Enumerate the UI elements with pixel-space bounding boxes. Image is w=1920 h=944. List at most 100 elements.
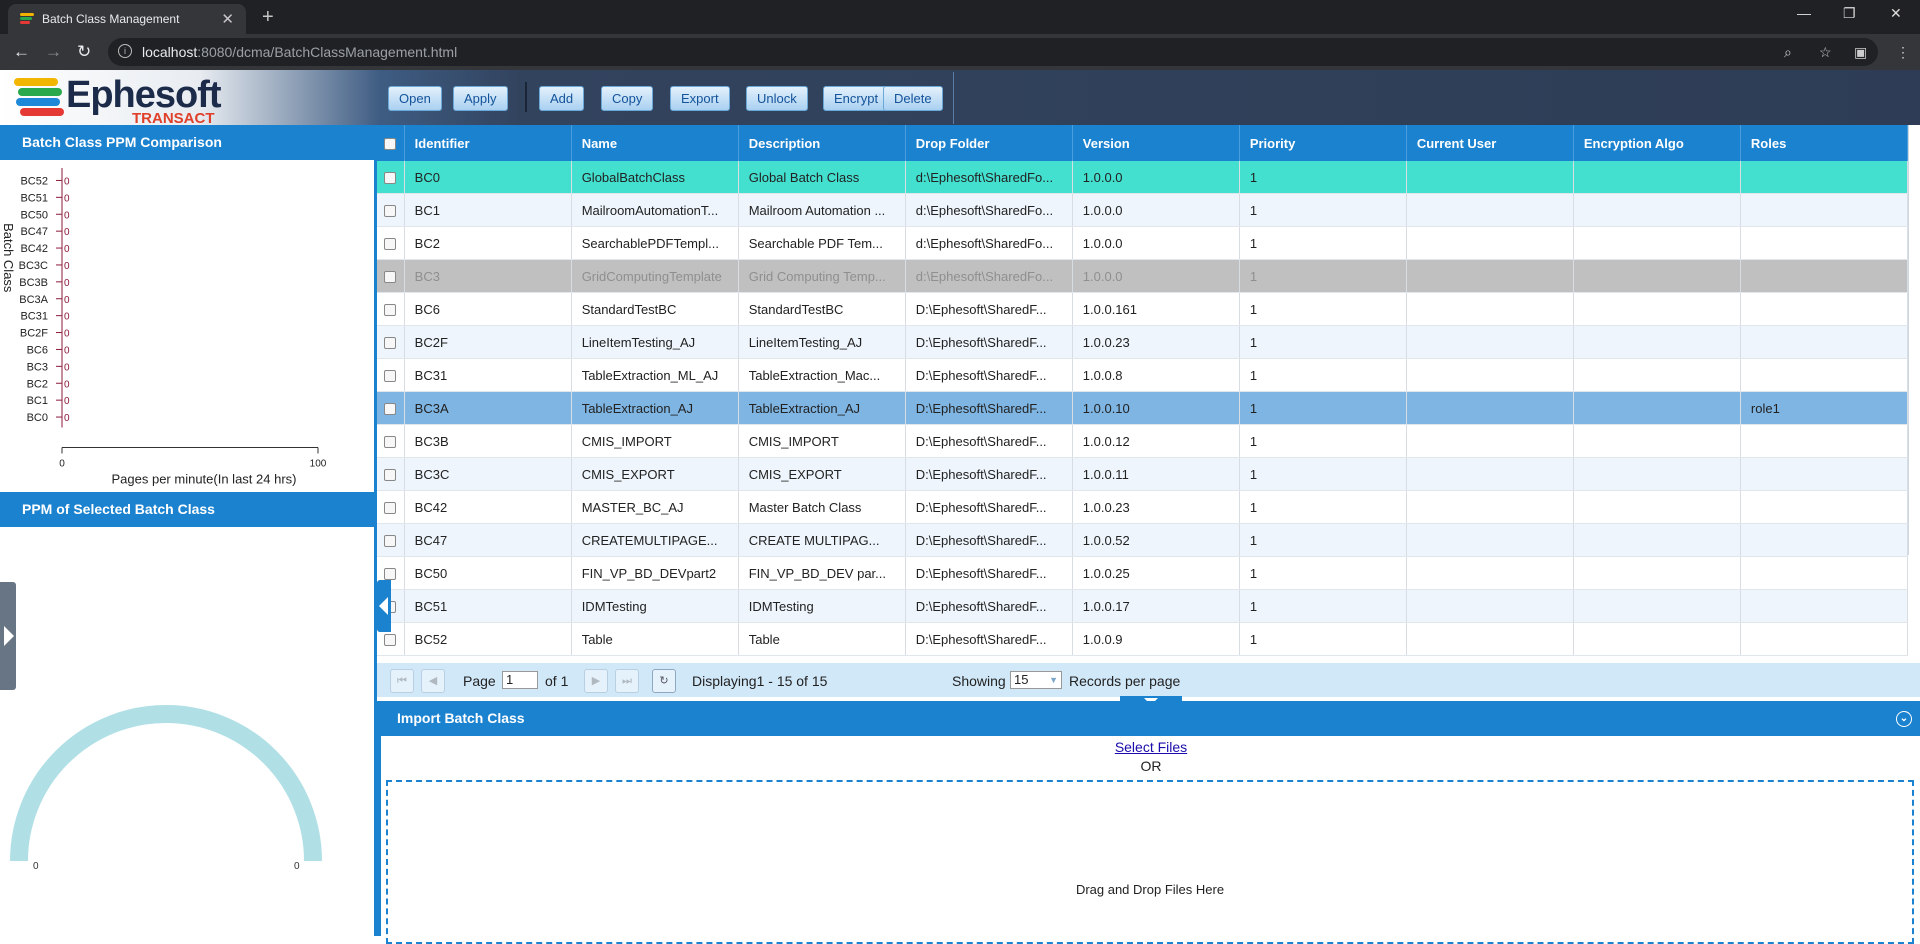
menu-kebab-icon[interactable]: ⋮	[1896, 44, 1910, 61]
extension-icon[interactable]: ▣	[1854, 44, 1867, 61]
cell-identifier[interactable]: BC31	[404, 358, 572, 392]
selected-ppm-header[interactable]: PPM of Selected Batch Class	[0, 492, 374, 527]
apply-button[interactable]: Apply	[453, 86, 508, 111]
cell-drop-folder[interactable]: D:\Ephesoft\SharedF...	[905, 556, 1073, 590]
column-header-drop-folder[interactable]: Drop Folder	[905, 125, 1073, 161]
cell-encryption-algo[interactable]	[1573, 424, 1741, 458]
table-row[interactable]: BC2 SearchablePDFTempl... Searchable PDF T…	[377, 226, 1909, 260]
cell-description[interactable]: Master Batch Class	[738, 490, 906, 524]
table-row[interactable]: BC31 TableExtraction_ML_AJ TableExtraction…	[377, 358, 1909, 392]
back-icon[interactable]: ←	[13, 42, 30, 62]
zoom-icon[interactable]: ⌕	[1784, 44, 1792, 61]
cell-drop-folder[interactable]: D:\Ephesoft\SharedF...	[905, 457, 1073, 491]
site-info-icon[interactable]: i	[118, 44, 132, 58]
restore-icon[interactable]: ❐	[1843, 5, 1856, 22]
cell-identifier[interactable]: BC50	[404, 556, 572, 590]
cell-current-user[interactable]	[1406, 259, 1574, 293]
cell-roles[interactable]	[1740, 589, 1909, 623]
cell-description[interactable]: LineItemTesting_AJ	[738, 325, 906, 359]
column-header-encryption-algo[interactable]: Encryption Algo	[1573, 125, 1741, 161]
cell-encryption-algo[interactable]	[1573, 523, 1741, 557]
column-header-roles[interactable]: Roles	[1740, 125, 1909, 161]
cell-name[interactable]: TableExtraction_ML_AJ	[571, 358, 739, 392]
browser-tab[interactable]: Batch Class Management ✕	[8, 4, 246, 34]
cell-description[interactable]: FIN_VP_BD_DEV par...	[738, 556, 906, 590]
unlock-button[interactable]: Unlock	[746, 86, 808, 111]
table-row[interactable]: BC6 StandardTestBC StandardTestBC D:\Epheso…	[377, 292, 1909, 326]
first-page-icon[interactable]: ⏮	[390, 669, 414, 693]
table-row[interactable]: BC42 MASTER_BC_AJ Master Batch Class D:\Eph…	[377, 490, 1909, 524]
cell-description[interactable]: TableExtraction_AJ	[738, 391, 906, 425]
row-checkbox[interactable]	[377, 457, 405, 491]
cell-current-user[interactable]	[1406, 358, 1574, 392]
minimize-icon[interactable]: —	[1797, 5, 1811, 21]
column-header-name[interactable]: Name	[571, 125, 739, 161]
cell-name[interactable]: FIN_VP_BD_DEVpart2	[571, 556, 739, 590]
cell-version[interactable]: 1.0.0.8	[1072, 358, 1240, 392]
cell-identifier[interactable]: BC3A	[404, 391, 572, 425]
cell-current-user[interactable]	[1406, 391, 1574, 425]
column-header-description[interactable]: Description	[738, 125, 906, 161]
table-row[interactable]: BC3 GridComputingTemplate Grid Computing T…	[377, 259, 1909, 293]
select-all-checkbox[interactable]	[377, 125, 405, 161]
row-checkbox[interactable]	[377, 292, 405, 326]
reload-icon[interactable]: ↻	[77, 42, 91, 62]
grid-scrollbar[interactable]	[1908, 125, 1920, 555]
cell-version[interactable]: 1.0.0.0	[1072, 226, 1240, 260]
row-checkbox[interactable]	[377, 424, 405, 458]
cell-name[interactable]: Table	[571, 622, 739, 656]
delete-button[interactable]: Delete	[883, 86, 943, 111]
cell-encryption-algo[interactable]	[1573, 556, 1741, 590]
cell-encryption-algo[interactable]	[1573, 490, 1741, 524]
cell-current-user[interactable]	[1406, 523, 1574, 557]
cell-description[interactable]: Mailroom Automation ...	[738, 193, 906, 227]
cell-name[interactable]: GlobalBatchClass	[571, 161, 739, 194]
table-row[interactable]: BC1 MailroomAutomationT... Mailroom Automa…	[377, 193, 1909, 227]
cell-roles[interactable]	[1740, 358, 1909, 392]
cell-drop-folder[interactable]: D:\Ephesoft\SharedF...	[905, 358, 1073, 392]
row-checkbox[interactable]	[377, 193, 405, 227]
cell-roles[interactable]	[1740, 161, 1909, 194]
table-row[interactable]: BC3B CMIS_IMPORT CMIS_IMPORT D:\Ephesoft\Sh…	[377, 424, 1909, 458]
cell-priority[interactable]: 1	[1239, 358, 1407, 392]
cell-drop-folder[interactable]: d:\Ephesoft\SharedFo...	[905, 193, 1073, 227]
cell-current-user[interactable]	[1406, 457, 1574, 491]
cell-encryption-algo[interactable]	[1573, 358, 1741, 392]
table-row[interactable]: BC3C CMIS_EXPORT CMIS_EXPORT D:\Ephesoft\Sh…	[377, 457, 1909, 491]
row-checkbox[interactable]	[377, 259, 405, 293]
cell-encryption-algo[interactable]	[1573, 391, 1741, 425]
cell-roles[interactable]	[1740, 259, 1909, 293]
close-tab-icon[interactable]: ✕	[221, 10, 234, 28]
column-header-version[interactable]: Version	[1072, 125, 1240, 161]
cell-identifier[interactable]: BC2F	[404, 325, 572, 359]
cell-priority[interactable]: 1	[1239, 424, 1407, 458]
cell-drop-folder[interactable]: D:\Ephesoft\SharedF...	[905, 589, 1073, 623]
cell-roles[interactable]	[1740, 292, 1909, 326]
cell-priority[interactable]: 1	[1239, 622, 1407, 656]
cell-roles[interactable]	[1740, 424, 1909, 458]
column-header-identifier[interactable]: Identifier	[404, 125, 572, 161]
cell-version[interactable]: 1.0.0.52	[1072, 523, 1240, 557]
row-checkbox[interactable]	[377, 391, 405, 425]
encrypt-button[interactable]: Encrypt	[823, 86, 890, 111]
row-checkbox[interactable]	[377, 490, 405, 524]
cell-identifier[interactable]: BC51	[404, 589, 572, 623]
cell-encryption-algo[interactable]	[1573, 589, 1741, 623]
cell-roles[interactable]	[1740, 325, 1909, 359]
collapse-left-panel-button[interactable]	[377, 580, 391, 632]
cell-description[interactable]: CREATE MULTIPAG...	[738, 523, 906, 557]
table-row[interactable]: BC2F LineItemTesting_AJ LineItemTesting_AJ…	[377, 325, 1909, 359]
cell-version[interactable]: 1.0.0.9	[1072, 622, 1240, 656]
collapse-chevron-icon[interactable]: ⌄	[1896, 711, 1912, 727]
cell-encryption-algo[interactable]	[1573, 457, 1741, 491]
cell-identifier[interactable]: BC2	[404, 226, 572, 260]
export-button[interactable]: Export	[670, 86, 730, 111]
cell-priority[interactable]: 1	[1239, 490, 1407, 524]
cell-current-user[interactable]	[1406, 161, 1574, 194]
cell-name[interactable]: SearchablePDFTempl...	[571, 226, 739, 260]
next-page-icon[interactable]: ▶	[584, 669, 608, 693]
cell-priority[interactable]: 1	[1239, 523, 1407, 557]
cell-current-user[interactable]	[1406, 292, 1574, 326]
cell-drop-folder[interactable]: D:\Ephesoft\SharedF...	[905, 391, 1073, 425]
cell-priority[interactable]: 1	[1239, 292, 1407, 326]
